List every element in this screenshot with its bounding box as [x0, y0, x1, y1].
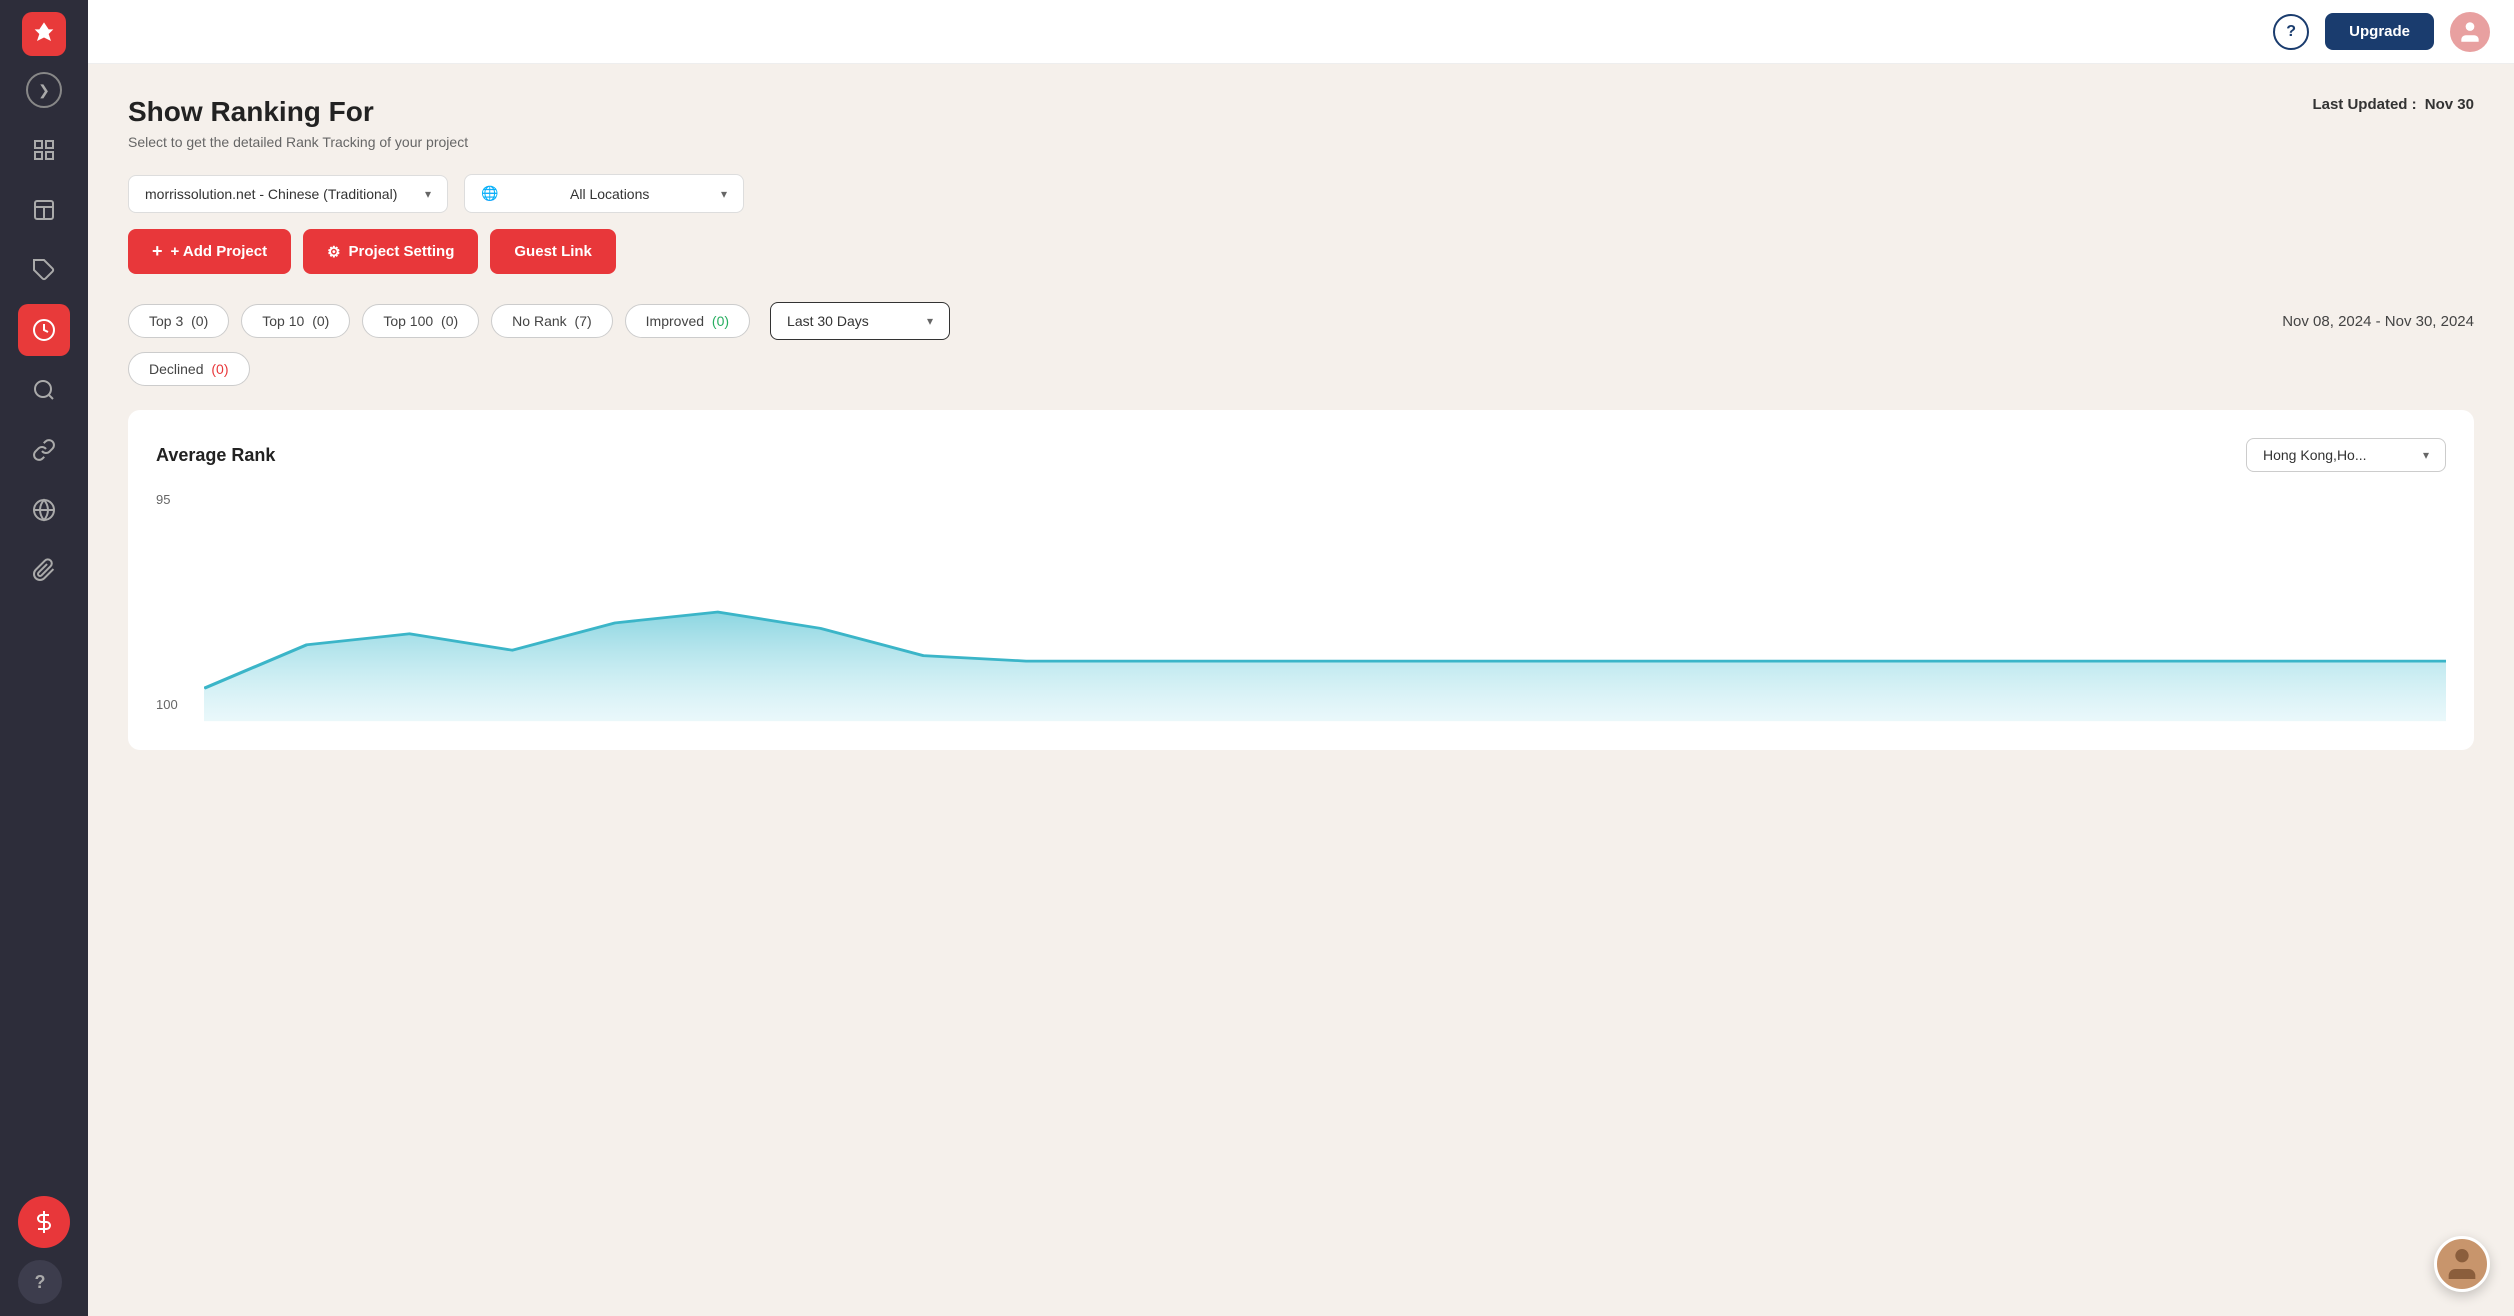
sidebar-item-dashboard[interactable] — [18, 124, 70, 176]
stat-top3[interactable]: Top 3 (0) — [128, 304, 229, 338]
action-buttons: + + Add Project ⚙ Project Setting Guest … — [128, 229, 2474, 274]
last-updated: Last Updated : Nov 30 — [2312, 96, 2474, 113]
stat-declined[interactable]: Declined (0) — [128, 352, 250, 386]
sidebar-item-rank[interactable] — [18, 304, 70, 356]
sidebar: ❯ — [0, 0, 88, 1316]
stats-row-2: Declined (0) — [128, 352, 2474, 386]
location-select[interactable]: 🌐 All Locations ▾ — [464, 174, 744, 213]
sidebar-item-search[interactable] — [18, 364, 70, 416]
chat-avatar-icon — [2442, 1244, 2482, 1284]
topbar: ? Upgrade — [88, 0, 2514, 64]
logo-icon — [30, 20, 58, 48]
stat-no-rank[interactable]: No Rank (7) — [491, 304, 612, 338]
chart-container: 95 100 — [156, 492, 2446, 732]
sidebar-item-billing[interactable] — [18, 1196, 70, 1248]
stat-top100[interactable]: Top 100 (0) — [362, 304, 479, 338]
sidebar-help-button[interactable]: ? — [18, 1260, 62, 1304]
stat-improved[interactable]: Improved (0) — [625, 304, 750, 338]
y-label-100: 100 — [156, 697, 178, 712]
date-range-label: Nov 08, 2024 - Nov 30, 2024 — [2282, 313, 2474, 330]
search-icon — [32, 378, 56, 402]
page-header-left: Show Ranking For Select to get the detai… — [128, 96, 468, 150]
plus-icon: + — [152, 241, 163, 262]
upgrade-button[interactable]: Upgrade — [2325, 13, 2434, 50]
y-label-95: 95 — [156, 492, 178, 507]
help-button[interactable]: ? — [2273, 14, 2309, 50]
project-setting-button[interactable]: ⚙ Project Setting — [303, 229, 478, 274]
guest-link-button[interactable]: Guest Link — [490, 229, 616, 274]
content-area: Show Ranking For Select to get the detai… — [88, 64, 2514, 1316]
sidebar-item-layout[interactable] — [18, 184, 70, 236]
chart-y-labels: 95 100 — [156, 492, 186, 732]
chart-svg — [204, 492, 2446, 732]
add-project-button[interactable]: + + Add Project — [128, 229, 291, 274]
page-title: Show Ranking For — [128, 96, 468, 128]
links-icon — [32, 438, 56, 462]
user-avatar[interactable] — [2450, 12, 2490, 52]
date-range-arrow: ▾ — [927, 314, 933, 328]
page-header: Show Ranking For Select to get the detai… — [128, 96, 2474, 150]
chart-header: Average Rank Hong Kong,Ho... ▾ — [156, 438, 2446, 472]
dashboard-icon — [32, 138, 56, 162]
date-range-select[interactable]: Last 30 Days ▾ — [770, 302, 950, 340]
sidebar-item-tag[interactable] — [18, 244, 70, 296]
filters-row: morrissolution.net - Chinese (Traditiona… — [128, 174, 2474, 213]
billing-icon — [32, 1210, 56, 1234]
globe-icon: 🌐 — [481, 185, 498, 202]
chart-card: Average Rank Hong Kong,Ho... ▾ 95 100 — [128, 410, 2474, 750]
sidebar-item-global[interactable] — [18, 484, 70, 536]
chart-location-filter[interactable]: Hong Kong,Ho... ▾ — [2246, 438, 2446, 472]
app-logo[interactable] — [22, 12, 66, 56]
chart-location-arrow: ▾ — [2423, 448, 2429, 462]
global-icon — [32, 498, 56, 522]
layout-icon — [32, 198, 56, 222]
tag-icon — [32, 258, 56, 282]
project-select[interactable]: morrissolution.net - Chinese (Traditiona… — [128, 175, 448, 213]
stat-top10[interactable]: Top 10 (0) — [241, 304, 350, 338]
location-select-arrow: ▾ — [721, 187, 727, 201]
page-subtitle: Select to get the detailed Rank Tracking… — [128, 134, 468, 150]
clip-icon — [32, 558, 56, 582]
chart-title: Average Rank — [156, 445, 275, 466]
sidebar-item-links[interactable] — [18, 424, 70, 476]
rank-icon — [32, 318, 56, 342]
gear-icon: ⚙ — [327, 243, 340, 261]
project-select-arrow: ▾ — [425, 187, 431, 201]
sidebar-item-clip[interactable] — [18, 544, 70, 596]
main-area: ? Upgrade Show Ranking For Select to get… — [88, 0, 2514, 1316]
avatar-icon — [2457, 19, 2483, 45]
stats-row: Top 3 (0) Top 10 (0) Top 100 (0) No Rank… — [128, 302, 2474, 340]
chat-avatar[interactable] — [2434, 1236, 2490, 1292]
sidebar-toggle[interactable]: ❯ — [26, 72, 62, 108]
